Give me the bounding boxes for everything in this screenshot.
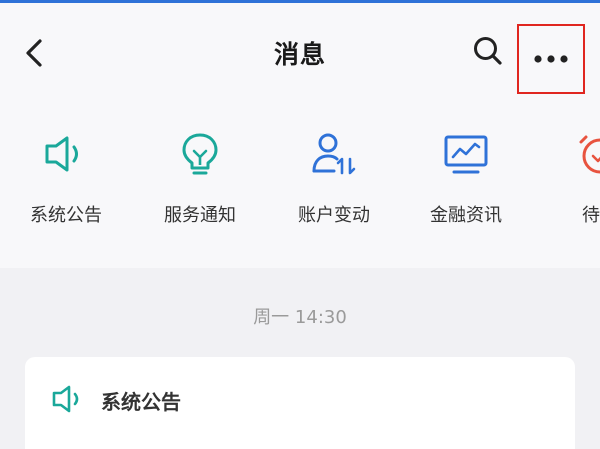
card-title: 系统公告: [101, 390, 181, 414]
category-account-change[interactable]: 账户变动: [274, 128, 394, 238]
category-service-notice[interactable]: 服务通知: [140, 128, 260, 238]
category-label: 服务通知: [164, 205, 236, 226]
category-system-notice[interactable]: 系统公告: [6, 128, 126, 238]
feed-timestamp: 周一 14:30: [253, 307, 347, 328]
category-todo[interactable]: 待办: [540, 128, 600, 238]
message-card[interactable]: 系统公告: [25, 357, 575, 449]
more-dots-icon: [534, 55, 568, 63]
speaker-icon: [52, 385, 79, 413]
monitor-chart-icon: [444, 135, 488, 174]
category-label: 系统公告: [30, 205, 102, 226]
header-panel: 消息 系统公告 服务通知 账户变动 金融资讯 待: [0, 3, 600, 268]
page-title: 消息: [273, 40, 326, 69]
search-button[interactable]: [468, 31, 508, 71]
category-row: 系统公告 服务通知 账户变动 金融资讯 待: [0, 128, 600, 248]
nav-bar: 消息: [0, 3, 600, 103]
category-label: 金融资讯: [430, 205, 502, 226]
lightbulb-icon: [182, 133, 218, 175]
category-finance-news[interactable]: 金融资讯: [406, 128, 526, 238]
speaker-icon: [45, 136, 78, 172]
category-label: 账户变动: [298, 205, 370, 226]
category-label: 待办: [582, 205, 600, 226]
more-button[interactable]: [517, 24, 585, 94]
search-icon: [474, 37, 502, 65]
clock-icon: [579, 135, 600, 174]
user-transfer-icon: [312, 133, 356, 175]
